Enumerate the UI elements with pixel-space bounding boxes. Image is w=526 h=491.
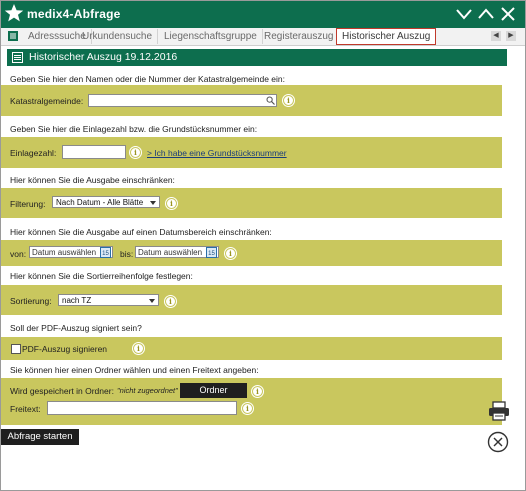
- einlage-prompt: Geben Sie hier die Einlagezahl bzw. die …: [10, 124, 258, 134]
- from-date-placeholder: Datum auswählen: [32, 248, 97, 257]
- sort-prompt: Hier können Sie die Sortierreihenfolge f…: [10, 271, 193, 281]
- to-label: bis:: [120, 249, 134, 259]
- app-window: medix4-Abfrage Adresssuche Urkundensuche…: [0, 0, 526, 491]
- change-folder-button[interactable]: Ordner ändern: [180, 383, 247, 410]
- folder-band: Wird gespeichert in Ordner: "nicht zugeo…: [1, 378, 502, 425]
- chevron-down-icon[interactable]: [455, 5, 473, 23]
- katastral-label: Katastralgemeinde:: [10, 96, 84, 106]
- page-title: Historischer Auszug 19.12.2016: [29, 51, 178, 63]
- sign-checkbox[interactable]: [11, 344, 21, 354]
- tab-scroll-right-button[interactable]: ▶: [506, 31, 516, 41]
- chevron-down-icon: [149, 299, 155, 303]
- to-date-placeholder: Datum auswählen: [138, 248, 203, 257]
- close-circle-icon[interactable]: [487, 431, 509, 453]
- document-icon: [8, 31, 18, 41]
- katastral-band: Katastralgemeinde: i: [1, 85, 502, 116]
- filter-band: Filterung: Nach Datum - Alle Blätte i: [1, 188, 502, 218]
- history-icon: [12, 52, 23, 63]
- sort-label: Sortierung:: [10, 296, 52, 306]
- close-icon[interactable]: [499, 5, 517, 23]
- printer-icon[interactable]: [488, 401, 510, 421]
- tab-bar: Adresssuche Urkundensuche Liegenschaftsg…: [1, 28, 525, 46]
- freitext-input[interactable]: [47, 401, 237, 415]
- section-header: Historischer Auszug 19.12.2016: [7, 49, 507, 66]
- star-icon: [4, 4, 24, 22]
- tab-urkundensuche[interactable]: Urkundensuche: [77, 29, 159, 44]
- start-query-button[interactable]: Abfrage starten: [1, 429, 79, 445]
- sort-band: Sortierung: nach TZ i: [1, 285, 502, 315]
- tab-registerauszug[interactable]: Registerauszug: [259, 29, 340, 44]
- sort-select[interactable]: nach TZ: [58, 294, 159, 306]
- daterange-band: von: Datum auswählen 15 bis: Datum auswä…: [1, 240, 502, 266]
- sort-selected-value: nach TZ: [62, 296, 92, 305]
- filter-prompt: Hier können Sie die Ausgabe einschränken…: [10, 175, 175, 185]
- saved-in-label: Wird gespeichert in Ordner:: [10, 386, 114, 396]
- window-title: medix4-Abfrage: [27, 7, 121, 21]
- filter-select[interactable]: Nach Datum - Alle Blätte: [52, 196, 160, 208]
- einlage-input[interactable]: [62, 145, 126, 159]
- calendar-icon[interactable]: 15: [100, 246, 111, 258]
- sign-prompt: Soll der PDF-Auszug signiert sein?: [10, 323, 142, 333]
- info-icon[interactable]: i: [165, 296, 176, 307]
- info-icon[interactable]: i: [166, 198, 177, 209]
- katastral-prompt: Geben Sie hier den Namen oder die Nummer…: [10, 74, 285, 84]
- title-bar: medix4-Abfrage: [1, 1, 525, 28]
- folder-prompt: Sie können hier einen Ordner wählen und …: [10, 365, 259, 375]
- einlage-label: Einlagezahl:: [10, 148, 57, 158]
- info-icon[interactable]: i: [133, 343, 144, 354]
- calendar-icon[interactable]: 15: [206, 246, 217, 258]
- einlage-band: Einlagezahl: i > Ich habe eine Grundstüc…: [1, 137, 502, 168]
- filter-label: Filterung:: [10, 199, 46, 209]
- sign-band: PDF-Auszug signieren i: [1, 337, 502, 360]
- from-label: von:: [10, 249, 27, 259]
- sign-checkbox-label[interactable]: PDF-Auszug signieren: [22, 344, 107, 354]
- freitext-label: Freitext:: [10, 404, 41, 414]
- info-icon[interactable]: i: [242, 403, 253, 414]
- tab-scroll-left-button[interactable]: ◀: [491, 31, 501, 41]
- tab-liegenschaftsgruppe[interactable]: Liegenschaftsgruppe: [159, 29, 263, 44]
- info-icon[interactable]: i: [252, 386, 263, 397]
- filter-selected-value: Nach Datum - Alle Blätte: [56, 198, 144, 207]
- saved-folder-value: "nicht zugeordnet": [117, 386, 178, 395]
- search-icon[interactable]: [266, 96, 275, 105]
- tab-historischer-auszug[interactable]: Historischer Auszug: [336, 28, 437, 45]
- info-icon[interactable]: i: [130, 147, 141, 158]
- daterange-prompt: Hier können Sie die Ausgabe auf einen Da…: [10, 227, 272, 237]
- info-icon[interactable]: i: [225, 248, 236, 259]
- chevron-down-icon: [150, 201, 156, 205]
- info-icon[interactable]: i: [283, 95, 294, 106]
- katastral-input[interactable]: [88, 94, 277, 107]
- grundstuecksnummer-link[interactable]: > Ich habe eine Grundstücksnummer: [147, 148, 287, 158]
- chevron-up-icon[interactable]: [477, 5, 495, 23]
